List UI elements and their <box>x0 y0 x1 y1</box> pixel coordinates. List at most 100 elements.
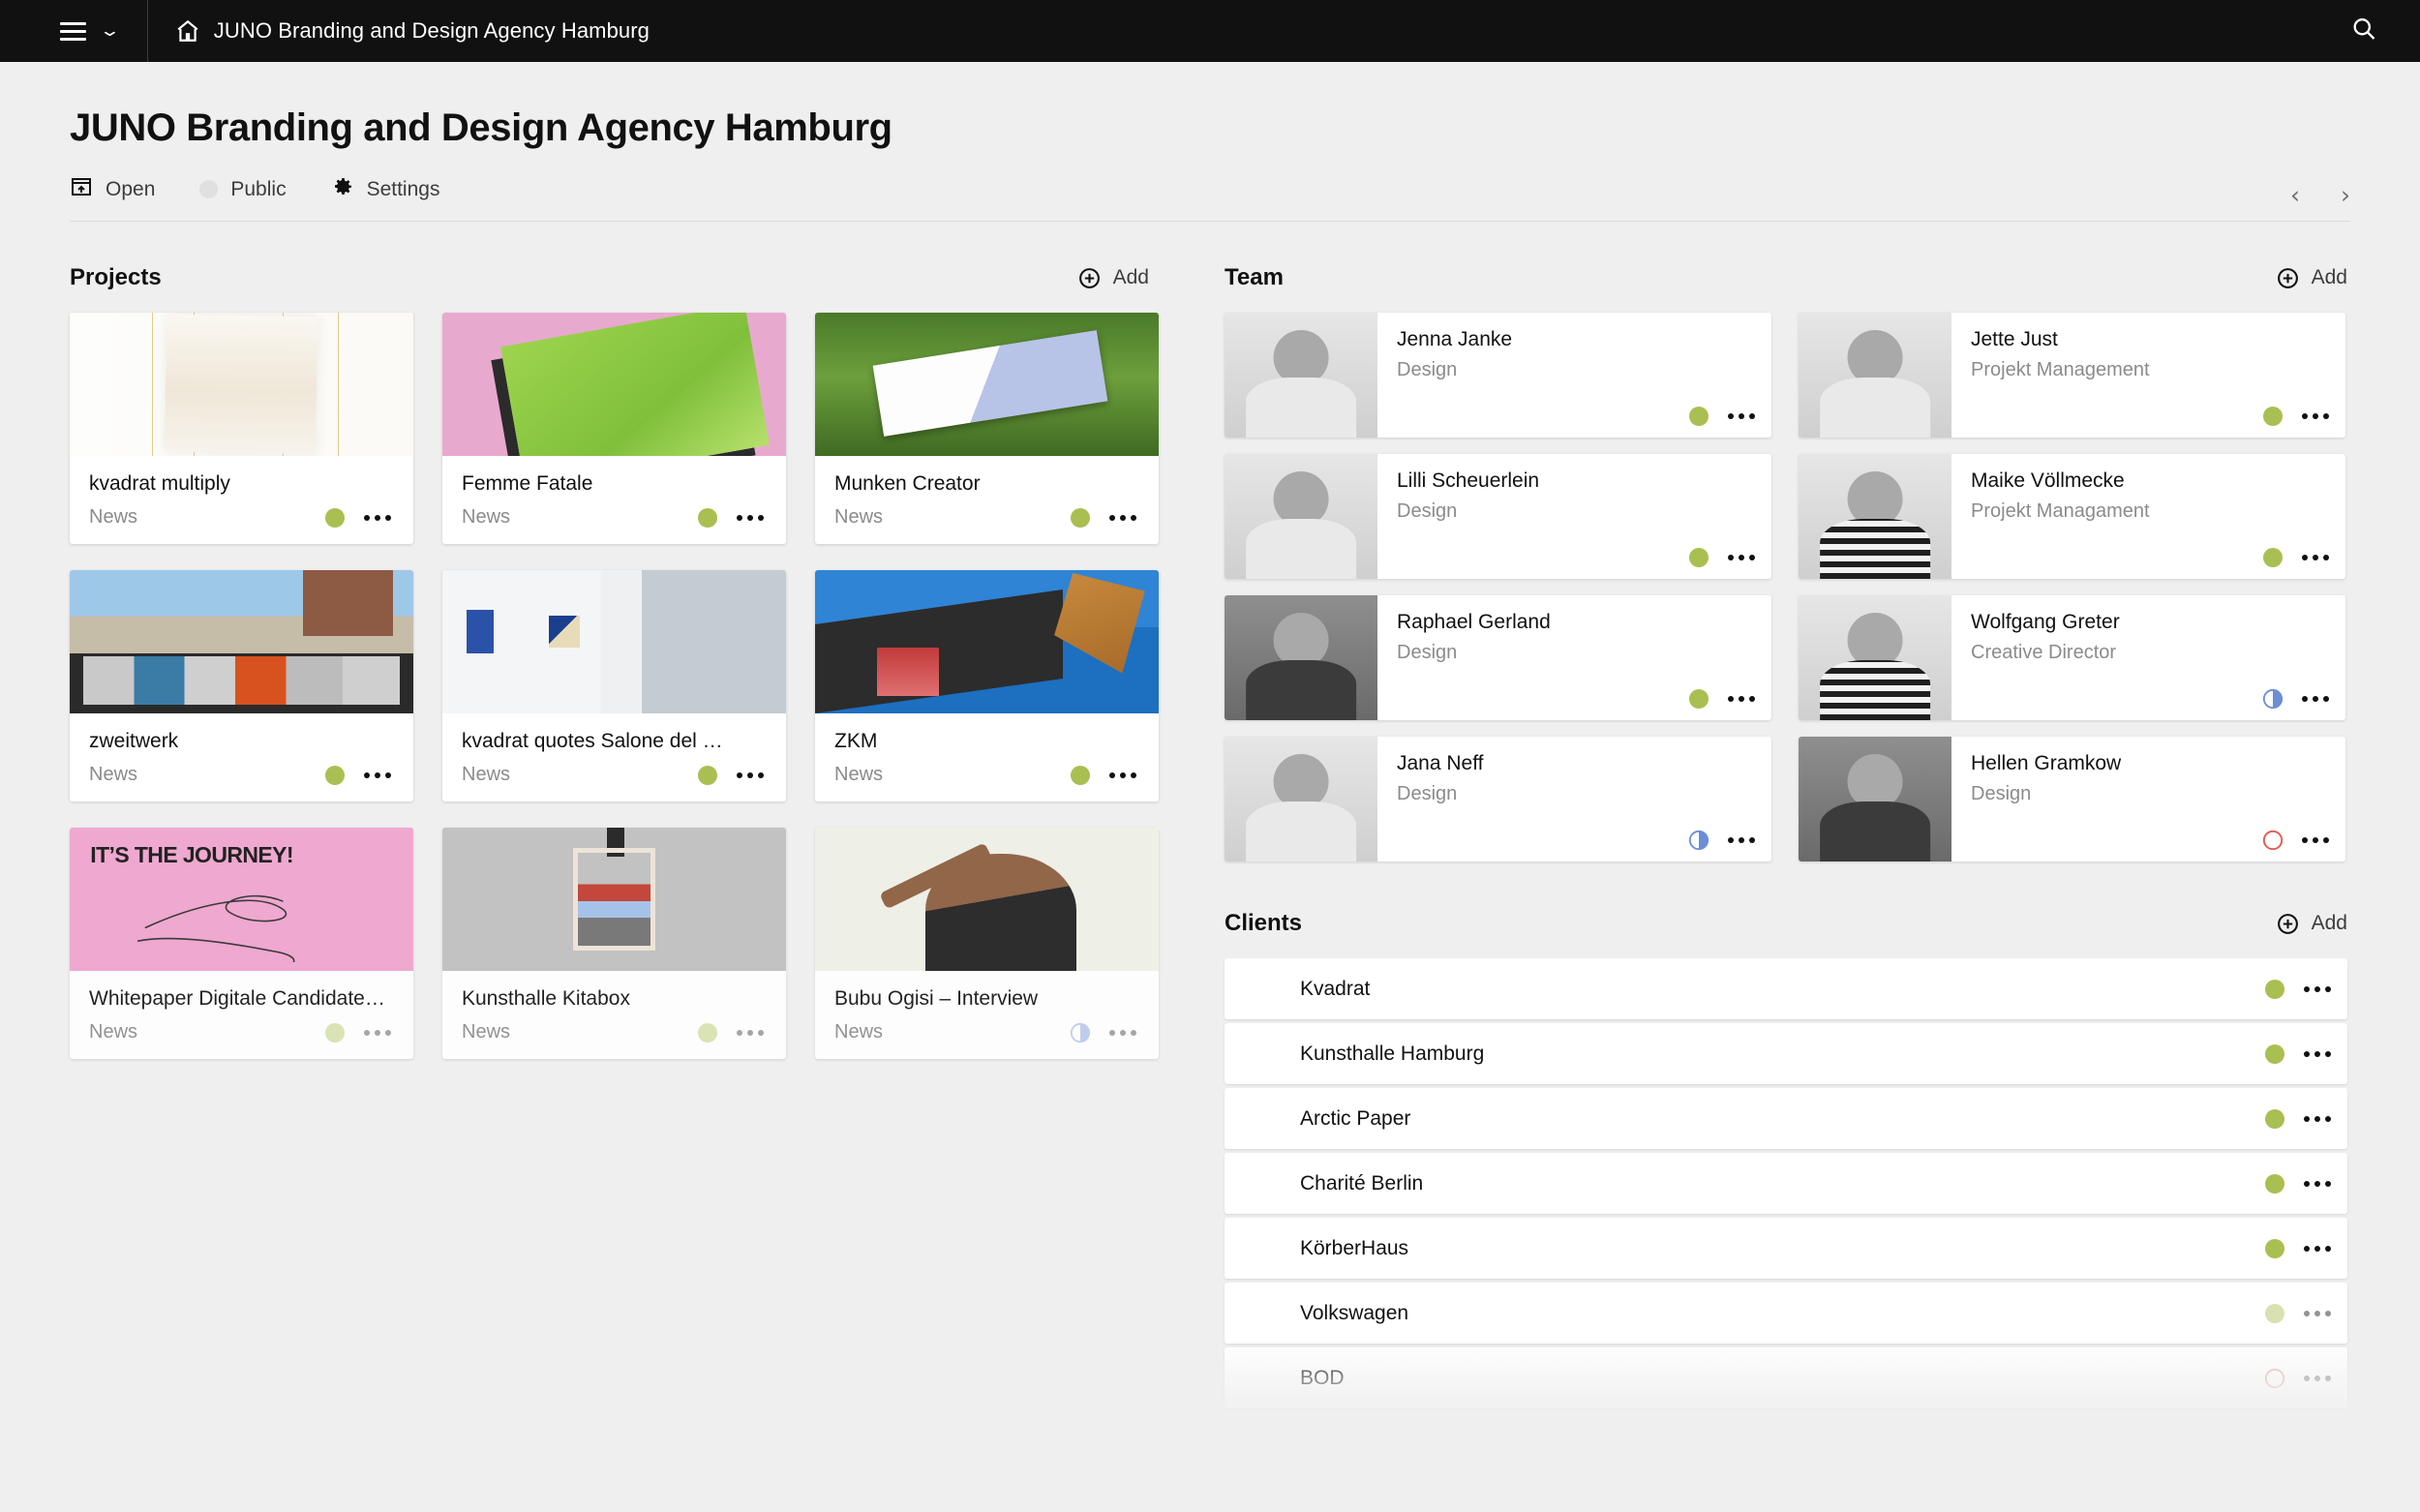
project-more-options[interactable] <box>361 771 394 778</box>
board-settings[interactable]: Settings <box>331 175 439 203</box>
client-more-options[interactable] <box>2301 1375 2334 1381</box>
team-more-options[interactable] <box>1725 555 1758 560</box>
client-status-indicator[interactable] <box>2264 1108 2285 1130</box>
next-page-button[interactable]: › <box>2341 183 2350 207</box>
project-tag: News <box>462 764 511 785</box>
client-row[interactable]: Charité Berlin <box>1225 1153 2347 1214</box>
project-more-options[interactable] <box>1106 1029 1139 1036</box>
add-team-member-button[interactable]: Add <box>2276 266 2347 290</box>
team-member-card[interactable]: Hellen Gramkow Design <box>1799 737 2345 862</box>
project-tag: News <box>462 1021 511 1043</box>
project-thumbnail: IT’S THE JOURNEY! <box>70 828 413 971</box>
team-more-options[interactable] <box>1725 696 1758 702</box>
client-name: BOD <box>1300 1366 1345 1389</box>
team-more-options[interactable] <box>2299 555 2332 560</box>
project-card[interactable]: Munken Creator News <box>815 313 1159 544</box>
client-row[interactable]: BOD <box>1225 1347 2347 1408</box>
client-row[interactable]: KörberHaus <box>1225 1218 2347 1279</box>
team-more-options[interactable] <box>1725 837 1758 843</box>
team-more-options[interactable] <box>2299 413 2332 419</box>
team-status-indicator[interactable] <box>2262 688 2284 710</box>
hamburger-icon[interactable] <box>60 21 86 41</box>
project-status-indicator[interactable] <box>697 765 718 786</box>
team-status-indicator[interactable] <box>1688 547 1709 568</box>
client-status-indicator[interactable] <box>2264 1173 2285 1194</box>
project-status-indicator[interactable] <box>1070 1022 1091 1043</box>
project-more-options[interactable] <box>1106 771 1139 778</box>
project-card[interactable]: IT’S THE JOURNEY! Whitepaper Digitale Ca… <box>70 828 413 1059</box>
team-status-indicator[interactable] <box>2262 406 2284 427</box>
client-row[interactable]: Volkswagen <box>1225 1283 2347 1344</box>
team-status-indicator[interactable] <box>2262 547 2284 568</box>
client-row[interactable]: Kunsthalle Hamburg <box>1225 1023 2347 1084</box>
client-more-options[interactable] <box>2301 1245 2334 1252</box>
project-status-indicator[interactable] <box>324 507 346 529</box>
client-more-options[interactable] <box>2301 985 2334 992</box>
project-more-options[interactable] <box>1106 514 1139 521</box>
project-tag: News <box>89 764 138 785</box>
client-status-indicator[interactable] <box>2264 1368 2285 1389</box>
client-more-options[interactable] <box>2301 1050 2334 1057</box>
team-member-card[interactable]: Raphael Gerland Design <box>1225 595 1771 720</box>
board-visibility-public[interactable]: Public <box>199 177 287 201</box>
team-member-card[interactable]: Maike Völlmecke Projekt Managament <box>1799 454 2345 579</box>
project-more-options[interactable] <box>734 771 767 778</box>
chevron-down-icon[interactable]: ⌄ <box>99 22 121 40</box>
project-card[interactable]: kvadrat multiply News <box>70 313 413 544</box>
add-project-label: Add <box>1112 266 1149 288</box>
team-member-card[interactable]: Lilli Scheuerlein Design <box>1225 454 1771 579</box>
project-status-indicator[interactable] <box>697 1022 718 1043</box>
avatar <box>1799 737 1951 862</box>
project-status-indicator[interactable] <box>324 765 346 786</box>
project-card[interactable]: Femme Fatale News <box>442 313 786 544</box>
client-more-options[interactable] <box>2301 1310 2334 1316</box>
board-status-open[interactable]: Open <box>70 175 155 203</box>
team-status-indicator[interactable] <box>1688 406 1709 427</box>
project-status-indicator[interactable] <box>1070 765 1091 786</box>
team-more-options[interactable] <box>2299 837 2332 843</box>
add-project-button[interactable]: Add <box>1077 266 1149 290</box>
public-label: Public <box>230 177 287 200</box>
team-status-indicator[interactable] <box>2262 830 2284 851</box>
client-row[interactable]: Arctic Paper <box>1225 1088 2347 1149</box>
client-more-options[interactable] <box>2301 1180 2334 1187</box>
search-icon[interactable] <box>2350 15 2377 47</box>
team-member-card[interactable]: Jana Neff Design <box>1225 737 1771 862</box>
project-card[interactable]: Kunsthalle Kitabox News <box>442 828 786 1059</box>
plus-circle-icon <box>1077 266 1102 290</box>
project-card[interactable]: ZKM News <box>815 570 1159 801</box>
client-status-indicator[interactable] <box>2264 1303 2285 1324</box>
clients-title: Clients <box>1225 910 1303 936</box>
project-card[interactable]: zweitwerk News <box>70 570 413 801</box>
client-status-indicator[interactable] <box>2264 1043 2285 1065</box>
client-status-indicator[interactable] <box>2264 979 2285 1000</box>
add-team-label: Add <box>2311 266 2347 288</box>
team-status-indicator[interactable] <box>1688 688 1709 710</box>
project-status-indicator[interactable] <box>697 507 718 529</box>
team-member-card[interactable]: Jette Just Projekt Management <box>1799 313 2345 438</box>
team-status-indicator[interactable] <box>1688 830 1709 851</box>
project-more-options[interactable] <box>361 1029 394 1036</box>
project-status-indicator[interactable] <box>324 1022 346 1043</box>
project-status-indicator[interactable] <box>1070 507 1091 529</box>
top-bar: ⌄ JUNO Branding and Design Agency Hambur… <box>0 0 2420 62</box>
client-more-options[interactable] <box>2301 1115 2334 1122</box>
team-member-card[interactable]: Wolfgang Greter Creative Director <box>1799 595 2345 720</box>
project-name: zweitwerk <box>89 730 179 752</box>
project-thumbnail <box>815 828 1159 971</box>
avatar <box>1225 737 1377 862</box>
project-more-options[interactable] <box>734 514 767 521</box>
home-icon[interactable] <box>175 18 200 44</box>
add-client-button[interactable]: Add <box>2276 912 2347 936</box>
team-member-card[interactable]: Jenna Janke Design <box>1225 313 1771 438</box>
client-row[interactable]: Kvadrat <box>1225 958 2347 1019</box>
team-more-options[interactable] <box>1725 413 1758 419</box>
avatar <box>1799 595 1951 720</box>
project-more-options[interactable] <box>361 514 394 521</box>
project-card[interactable]: Bubu Ogisi – Interview News <box>815 828 1159 1059</box>
team-more-options[interactable] <box>2299 696 2332 702</box>
client-status-indicator[interactable] <box>2264 1238 2285 1259</box>
project-more-options[interactable] <box>734 1029 767 1036</box>
prev-page-button[interactable]: ‹ <box>2290 183 2300 207</box>
project-card[interactable]: kvadrat quotes Salone del … News <box>442 570 786 801</box>
